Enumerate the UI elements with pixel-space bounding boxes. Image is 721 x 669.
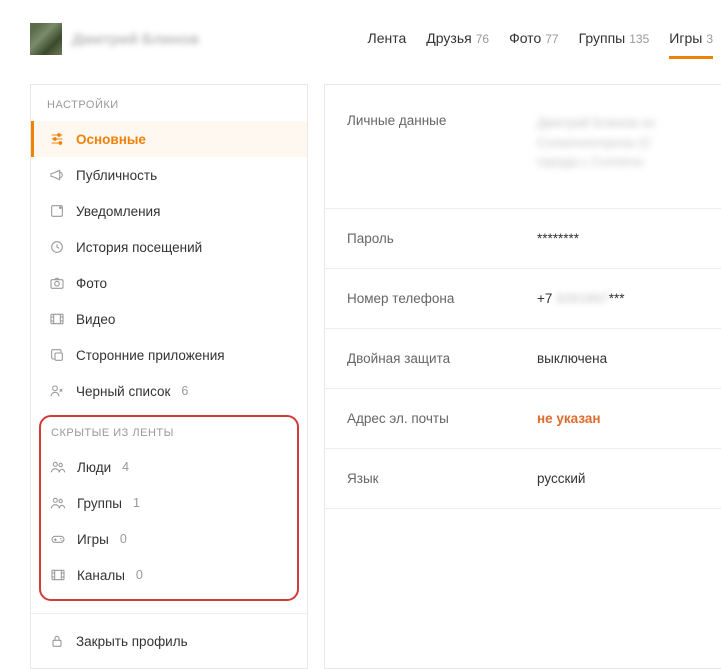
camera-icon [48,274,66,292]
sidebar-item-count: 0 [136,568,143,582]
sidebar-title-settings: НАСТРОЙКИ [31,85,307,121]
sidebar-item-label: Уведомления [76,204,160,219]
sidebar-item-label: Видео [76,312,115,327]
sidebar-item[interactable]: Уведомления [31,193,307,229]
settings-row[interactable]: Языкрусский [325,449,721,509]
value-obscured: Дмитрий Блинов изСолнечногорска (Сгорода… [537,113,655,172]
film-icon [49,566,67,584]
sidebar-item[interactable]: Публичность [31,157,307,193]
row-key: Двойная защита [347,351,537,366]
row-key: Пароль [347,231,537,246]
row-value: +7 9261897*** [537,291,624,306]
sidebar-item[interactable]: Видео [31,301,307,337]
close-profile-item[interactable]: Закрыть профиль [31,614,307,668]
sidebar-item-label: Публичность [76,168,157,183]
row-key: Номер телефона [347,291,537,306]
settings-row[interactable]: Номер телефона+7 9261897*** [325,269,721,329]
sidebar-item-label: Черный список [76,384,170,399]
sidebar-item-count: 6 [181,384,188,398]
sidebar-item-label: История посещений [76,240,202,255]
row-value: не указан [537,411,601,426]
row-key: Личные данные [347,113,537,128]
user-x-icon [48,382,66,400]
bell-box-icon [48,202,66,220]
row-key: Адрес эл. почты [347,411,537,426]
sidebar-item-label: Каналы [77,568,125,583]
settings-row[interactable]: Двойная защитавыключена [325,329,721,389]
nav-item-1[interactable]: Друзья76 [426,18,489,56]
row-key: Язык [347,471,537,486]
sidebar-item[interactable]: Сторонние приложения [31,337,307,373]
sidebar-item[interactable]: Группы 1 [41,485,297,521]
lock-icon [48,632,66,650]
megaphone-icon [48,166,66,184]
users-icon [49,494,67,512]
settings-row[interactable]: Пароль******** [325,209,721,269]
nav-item-3[interactable]: Группы135 [579,18,650,56]
settings-row[interactable]: Адрес эл. почтыне указан [325,389,721,449]
top-nav: Лента Друзья76 Фото77 Группы135 Игры3 [368,18,721,60]
sidebar-item-label: Игры [77,532,109,547]
sliders-icon [48,130,66,148]
nav-item-0[interactable]: Лента [368,18,407,56]
sidebar-item[interactable]: Черный список 6 [31,373,307,409]
apps-icon [48,346,66,364]
close-profile-label: Закрыть профиль [76,634,188,649]
sidebar-title-hidden: СКРЫТЫЕ ИЗ ЛЕНТЫ [41,421,297,449]
username[interactable]: Дмитрий Блинов [72,31,199,48]
sidebar-item[interactable]: Основные [31,121,307,157]
sidebar-item-label: Группы [77,496,122,511]
hidden-from-feed-box: СКРЫТЫЕ ИЗ ЛЕНТЫ Люди4Группы1Игры0Каналы… [39,415,299,601]
sidebar-item-label: Основные [76,132,146,147]
history-icon [48,238,66,256]
sidebar-item[interactable]: Игры 0 [41,521,297,557]
gamepad-icon [49,530,67,548]
sidebar-item[interactable]: Каналы 0 [41,557,297,593]
sidebar-item-label: Фото [76,276,107,291]
row-value: выключена [537,351,607,366]
sidebar-item-label: Сторонние приложения [76,348,225,363]
row-value: русский [537,471,585,486]
film-icon [48,310,66,328]
sidebar-item-count: 4 [122,460,129,474]
users-icon [49,458,67,476]
row-value: Дмитрий Блинов изСолнечногорска (Сгорода… [537,113,655,172]
settings-row[interactable]: Личные данныеДмитрий Блинов изСолнечного… [325,85,721,209]
sidebar-item[interactable]: История посещений [31,229,307,265]
sidebar-item[interactable]: Люди 4 [41,449,297,485]
sidebar: НАСТРОЙКИ Основные Публичность Уведомления… [30,84,308,669]
nav-item-4[interactable]: Игры3 [669,18,713,59]
sidebar-item-count: 1 [133,496,140,510]
row-value: ******** [537,231,579,246]
nav-item-2[interactable]: Фото77 [509,18,559,56]
avatar[interactable] [30,23,62,55]
sidebar-item[interactable]: Фото [31,265,307,301]
sidebar-item-label: Люди [77,460,111,475]
content-panel: Личные данныеДмитрий Блинов изСолнечного… [324,84,721,669]
header: Дмитрий Блинов Лента Друзья76 Фото77 Группы… [30,18,721,60]
sidebar-item-count: 0 [120,532,127,546]
